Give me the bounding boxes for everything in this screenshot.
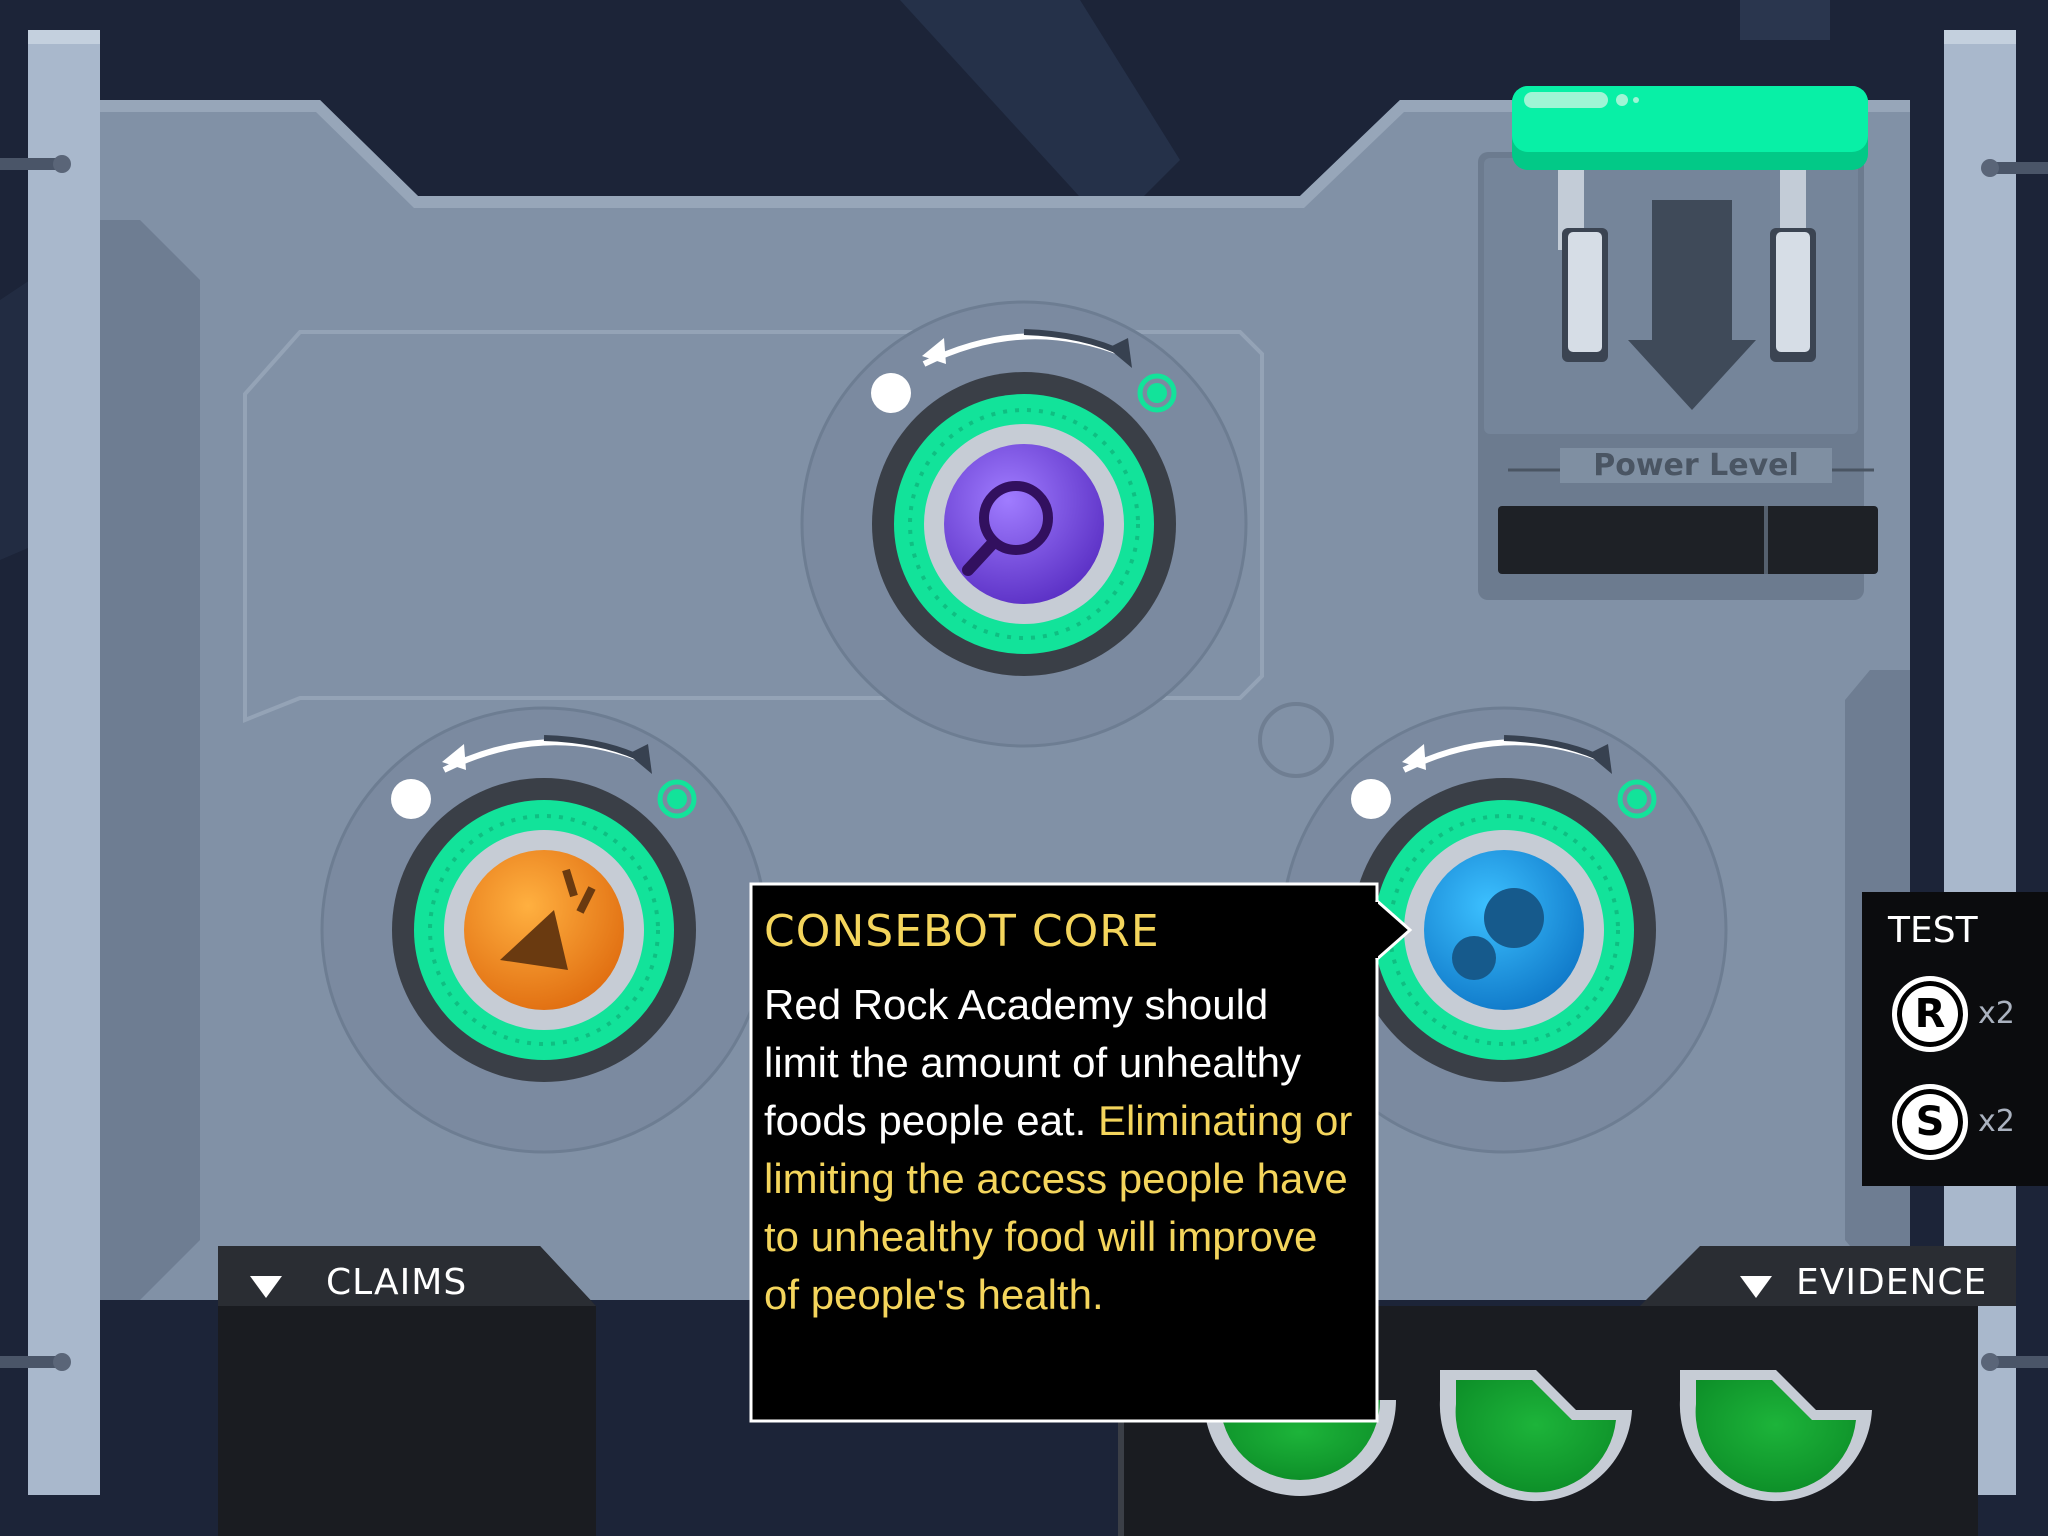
left-rail xyxy=(28,30,100,1495)
game-scene: CONSEBOT CORE Red Rock Academy should li… xyxy=(0,0,2048,1536)
power-meter xyxy=(1498,506,1878,574)
test-s-count: x2 xyxy=(1978,1104,2015,1139)
left-bolt-bottom xyxy=(0,1356,60,1368)
test-r-count: x2 xyxy=(1978,996,2015,1031)
left-recess xyxy=(100,220,200,1300)
tooltip-body: Red Rock Academy should limit the amount… xyxy=(764,976,1354,1324)
claims-tab[interactable]: CLAIMS xyxy=(326,1262,467,1303)
dial-blue-button[interactable] xyxy=(1352,778,1656,1082)
bg-block xyxy=(1740,0,1830,40)
left-bolt-top xyxy=(0,158,60,170)
power-level-label: Power Level xyxy=(1560,448,1832,483)
dial-orange-button[interactable] xyxy=(392,778,696,1082)
tooltip-title: CONSEBOT CORE xyxy=(764,906,1160,957)
test-r-badge[interactable]: R xyxy=(1892,976,1968,1052)
test-s-badge[interactable]: S xyxy=(1892,1084,1968,1160)
test-title: TEST xyxy=(1888,910,1978,951)
power-lever-button[interactable] xyxy=(1512,86,1868,170)
evidence-tab[interactable]: EVIDENCE xyxy=(1796,1262,1987,1303)
dial-purple-button[interactable] xyxy=(872,372,1176,676)
